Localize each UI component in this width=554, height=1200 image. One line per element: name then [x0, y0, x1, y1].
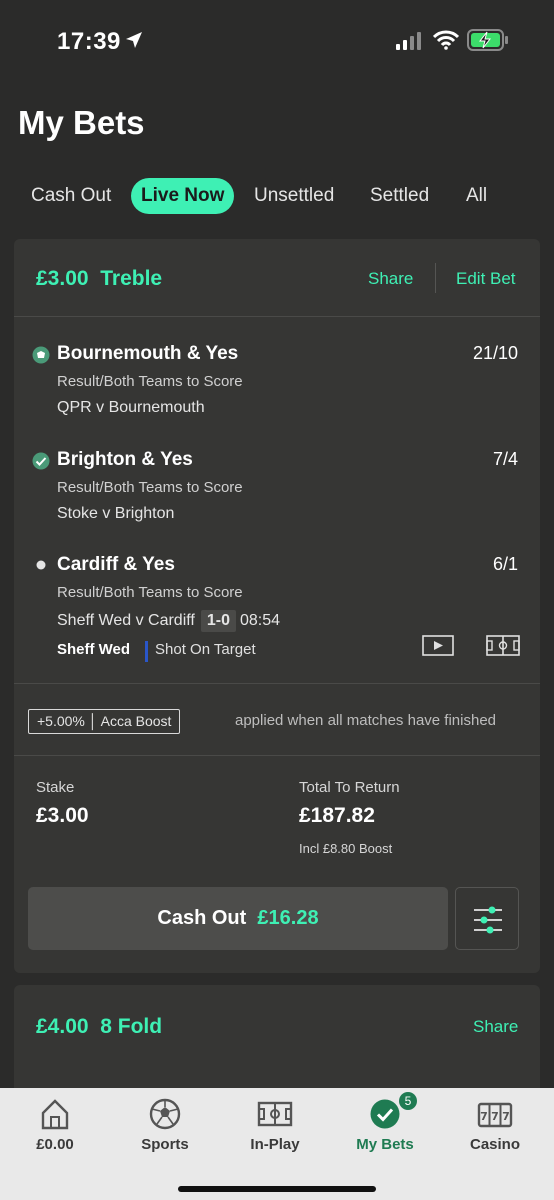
check-circle-icon [32, 452, 50, 470]
football-icon [149, 1098, 181, 1130]
nav-item-my-bets[interactable]: 5 My Bets [330, 1088, 440, 1168]
nav-item-sports[interactable]: Sports [110, 1088, 220, 1168]
svg-text:7: 7 [502, 1110, 510, 1123]
pitch-icon [257, 1101, 293, 1127]
cash-out-value: £16.28 [257, 907, 319, 929]
selection-match: Stoke v Brighton [57, 505, 175, 522]
bet-tabs: Cash Out Live Now Unsettled Settled All [0, 178, 554, 218]
tab-cash-out[interactable]: Cash Out [31, 178, 111, 214]
bet-summary: £4.00 8 Fold [36, 1015, 162, 1039]
nav-label: Casino [469, 1136, 520, 1153]
nav-item-home[interactable]: £0.00 [0, 1088, 110, 1168]
tab-live-now[interactable]: Live Now [131, 178, 235, 214]
share-button[interactable]: Share [368, 269, 413, 289]
status-bar: 17:39 [0, 0, 554, 86]
stake-label: Stake [36, 779, 75, 796]
stake-value: £3.00 [36, 804, 89, 827]
location-arrow-icon [126, 32, 142, 48]
event-team: Sheff Wed [57, 641, 131, 658]
my-bets-count-badge: 5 [399, 1092, 417, 1110]
check-icon [370, 1099, 400, 1129]
return-value: £187.82 [299, 804, 375, 827]
video-play-icon[interactable] [422, 635, 454, 657]
divider [14, 316, 540, 317]
wifi-icon [433, 30, 459, 50]
match-teams: Sheff Wed v Cardiff [57, 612, 195, 629]
selection-title: Bournemouth & Yes [57, 343, 239, 364]
home-indicator [178, 1186, 376, 1192]
acca-boost-note: applied when all matches have finished [235, 712, 496, 729]
bet-stake-amount: £3.00 [36, 267, 89, 290]
bottom-nav: £0.00 Sports In-Play 5 My Bets 7 7 7 Cas… [0, 1088, 554, 1200]
bet-card-treble: £3.00 Treble Share Edit Bet Bournemouth … [14, 239, 540, 973]
header-divider [435, 263, 436, 293]
selection-market: Result/Both Teams to Score [57, 479, 243, 496]
selection-item[interactable]: Bournemouth & Yes 21/10 Result/Both Team… [14, 341, 540, 437]
nav-label: £0.00 [36, 1136, 74, 1153]
selection-odds: 6/1 [492, 554, 518, 574]
tab-settled[interactable]: Settled [370, 178, 429, 214]
signal-icon [396, 32, 421, 50]
edit-bet-button[interactable]: Edit Bet [456, 269, 516, 289]
football-status-icon [32, 346, 50, 364]
battery-icon [467, 29, 508, 51]
selection-match: QPR v Bournemouth [57, 399, 205, 416]
match-clock: 08:54 [239, 612, 281, 629]
nav-item-in-play[interactable]: In-Play [220, 1088, 330, 1168]
selection-odds: 7/4 [492, 449, 518, 469]
live-event-row: Sheff Wed Shot On Target [57, 641, 527, 663]
return-label: Total To Return [299, 779, 400, 796]
divider [14, 755, 540, 756]
selection-title: Cardiff & Yes [57, 554, 175, 575]
tab-unsettled[interactable]: Unsettled [254, 178, 334, 214]
svg-text:7: 7 [491, 1110, 499, 1123]
live-score: 1-0 [200, 610, 236, 632]
bet-type: 8 Fold [100, 1015, 163, 1038]
nav-item-casino[interactable]: 7 7 7 Casino [440, 1088, 550, 1168]
selection-market: Result/Both Teams to Score [57, 584, 243, 601]
nav-label: In-Play [250, 1136, 300, 1153]
divider [14, 683, 540, 684]
nav-label: My Bets [356, 1136, 414, 1153]
svg-text:7: 7 [480, 1110, 488, 1123]
status-time: 17:39 [57, 28, 121, 55]
selection-item[interactable]: Cardiff & Yes 6/1 Result/Both Teams to S… [14, 552, 540, 648]
bet-card-header: £3.00 Treble Share Edit Bet [14, 239, 540, 317]
page-title: My Bets [18, 104, 145, 141]
selection-match: Sheff Wed v Cardiff 1-0 08:54 [57, 610, 280, 632]
selection-title: Brighton & Yes [57, 449, 193, 470]
bet-stake-amount: £4.00 [36, 1015, 89, 1038]
tab-all[interactable]: All [466, 178, 487, 214]
sliders-icon [474, 906, 502, 934]
bet-type: Treble [100, 267, 163, 290]
cash-out-settings-button[interactable] [455, 887, 519, 950]
boost-included: Incl £8.80 Boost [299, 841, 393, 856]
nav-label: Sports [141, 1136, 189, 1153]
slot-machine-icon: 7 7 7 [477, 1102, 513, 1128]
match-tracker-icon[interactable] [486, 635, 520, 657]
selection-odds: 21/10 [472, 343, 518, 363]
cash-out-label: Cash Out [157, 907, 247, 929]
share-button[interactable]: Share [473, 1017, 518, 1037]
cash-out-button[interactable]: Cash Out £16.28 [28, 887, 448, 950]
bet-summary: £3.00 Treble [36, 267, 162, 291]
pending-dot-icon [36, 560, 46, 570]
selection-market: Result/Both Teams to Score [57, 373, 243, 390]
event-text: Shot On Target [155, 641, 256, 658]
home-icon [41, 1099, 69, 1130]
selection-item[interactable]: Brighton & Yes 7/4 Result/Both Teams to … [14, 447, 540, 543]
acca-boost-badge: +5.00% │ Acca Boost [28, 709, 181, 734]
team-color-bar [145, 641, 148, 662]
